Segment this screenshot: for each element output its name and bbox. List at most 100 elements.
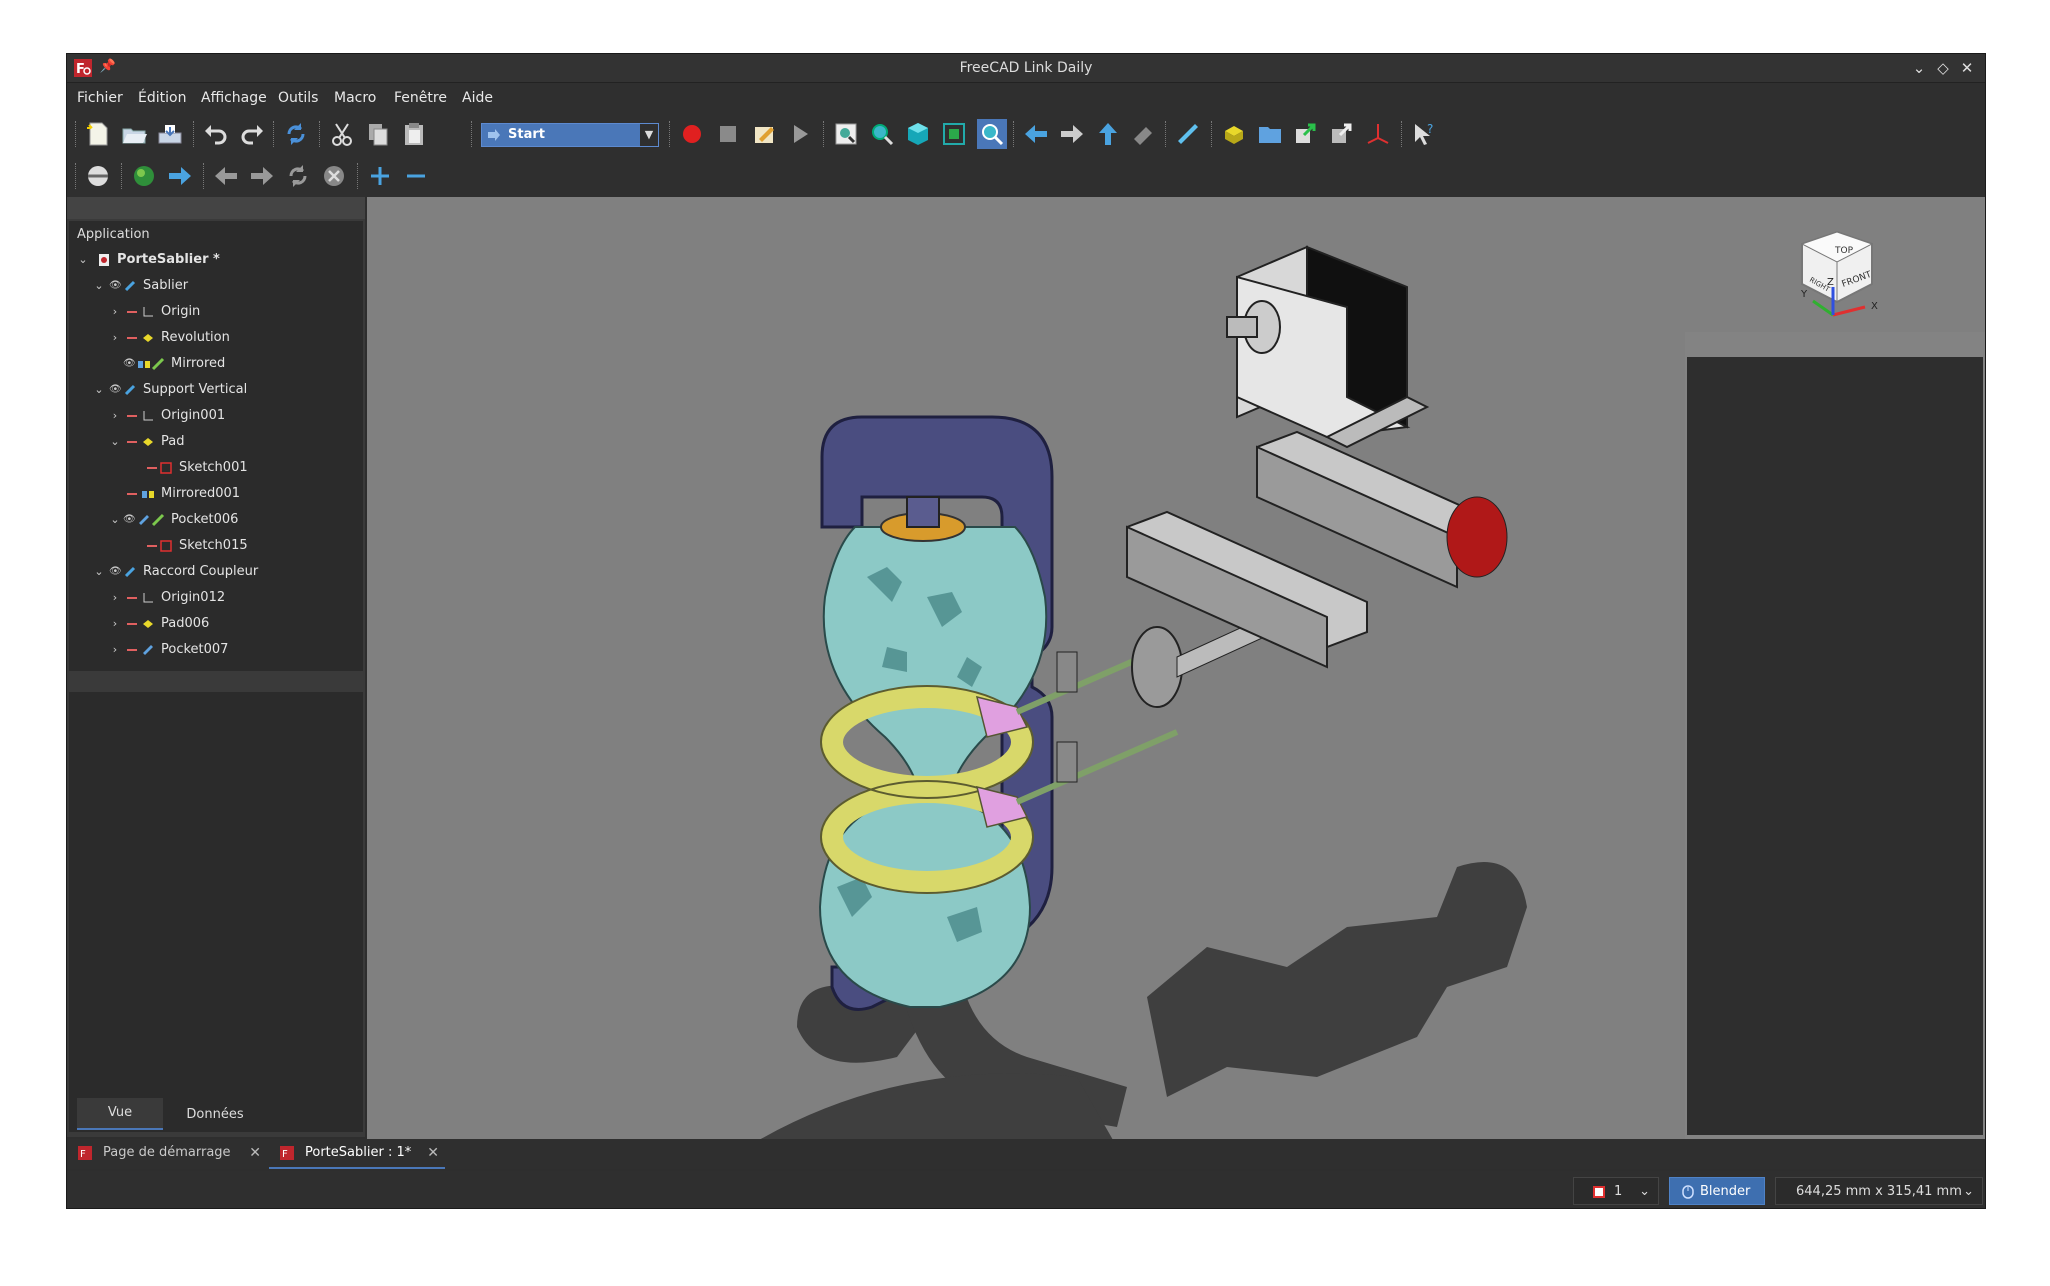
web-forward-icon[interactable] — [247, 161, 277, 191]
tab-portesablier[interactable]: F PorteSablier : 1* ✕ — [269, 1139, 445, 1169]
menu-fichier[interactable]: Fichier — [77, 83, 123, 113]
web-home-icon[interactable] — [129, 161, 159, 191]
std-views-icon[interactable] — [939, 119, 969, 149]
zoom-out-icon[interactable] — [401, 161, 431, 191]
menu-affichage[interactable]: Affichage — [201, 83, 267, 113]
new-file-icon[interactable] — [83, 119, 113, 149]
navigation-cube[interactable]: TOP FRONT RIGHT X Y Z — [1800, 230, 1878, 317]
zoom-box-icon[interactable] — [977, 119, 1007, 149]
tab-donnees[interactable]: Données — [167, 1100, 263, 1130]
open-file-icon[interactable] — [119, 119, 149, 149]
maximize-icon[interactable]: ◇ — [1931, 54, 1955, 82]
web-refresh-icon[interactable] — [283, 161, 313, 191]
web-go-icon[interactable] — [165, 161, 195, 191]
chevron-right-icon[interactable]: › — [109, 611, 121, 637]
tree-label: Pocket007 — [161, 642, 229, 657]
navigation-style-button[interactable]: Blender — [1669, 1177, 1765, 1205]
chevron-right-icon[interactable]: › — [109, 637, 121, 663]
close-tab-icon[interactable]: ✕ — [249, 1139, 261, 1167]
isometric-view-icon[interactable] — [903, 119, 933, 149]
3d-viewport[interactable]: TOP FRONT RIGHT X Y Z — [367, 197, 1985, 1139]
minimize-icon[interactable]: ⌄ — [1907, 54, 1931, 82]
chevron-down-icon[interactable]: ⌄ — [93, 377, 105, 403]
window-title: FreeCAD Link Daily — [959, 60, 1093, 76]
dimensions-display[interactable]: 644,25 mm x 315,41 mm ⌄ — [1775, 1177, 1983, 1205]
tab-vue[interactable]: Vue — [77, 1098, 163, 1130]
zoom-in-icon[interactable] — [365, 161, 395, 191]
paste-icon[interactable] — [399, 119, 429, 149]
tab-label: Page de démarrage — [103, 1145, 231, 1160]
chevron-down-icon[interactable]: ⌄ — [93, 559, 105, 585]
origin-icon — [143, 593, 153, 603]
menu-edition[interactable]: Édition — [138, 83, 186, 113]
fit-all-icon[interactable] — [831, 119, 861, 149]
eye-icon[interactable]: 👁 — [123, 351, 136, 377]
link-sub-icon[interactable] — [1327, 119, 1357, 149]
eye-icon[interactable]: 👁 — [109, 273, 122, 299]
chevron-down-icon[interactable]: ▼ — [640, 124, 658, 146]
eye-icon[interactable]: 👁 — [109, 377, 122, 403]
save-file-icon[interactable] — [155, 119, 185, 149]
menu-fenetre[interactable]: Fenêtre — [394, 83, 447, 113]
view-top-icon[interactable] — [1093, 119, 1123, 149]
view-right-icon[interactable] — [1057, 119, 1087, 149]
record-macro-icon[interactable] — [677, 119, 707, 149]
fit-selection-icon[interactable] — [867, 119, 897, 149]
link-icon[interactable] — [1291, 119, 1321, 149]
web-back-icon[interactable] — [211, 161, 241, 191]
chevron-right-icon[interactable]: › — [109, 299, 121, 325]
sketch-icon — [160, 540, 172, 552]
tree-label: Origin001 — [161, 408, 226, 423]
hidden-icon — [147, 467, 157, 469]
coordinate-system-icon[interactable] — [1363, 119, 1393, 149]
cut-icon[interactable] — [327, 119, 357, 149]
whats-this-icon[interactable]: ? — [1409, 119, 1439, 149]
navigation-style-icon[interactable] — [83, 161, 113, 191]
model-tree: Application ⌄ PorteSablier * ⌄ 👁 Sablier… — [69, 221, 363, 671]
revolution-icon — [143, 334, 153, 342]
workbench-selector[interactable]: Start ▼ — [481, 123, 659, 147]
close-tab-icon[interactable]: ✕ — [427, 1139, 439, 1167]
dimensions-label: 644,25 mm x 315,41 mm — [1796, 1184, 1962, 1199]
chevron-down-icon[interactable]: ⌄ — [1639, 1178, 1650, 1206]
extrusion-frame — [1126, 430, 1498, 669]
web-stop-icon[interactable] — [319, 161, 349, 191]
chevron-right-icon[interactable]: › — [109, 585, 121, 611]
stop-macro-icon[interactable] — [713, 119, 743, 149]
chevron-down-icon[interactable]: ⌄ — [1963, 1178, 1974, 1206]
chevron-down-icon[interactable]: ⌄ — [109, 429, 121, 455]
run-macro-icon[interactable] — [785, 119, 815, 149]
model-render: TOP FRONT RIGHT X Y Z — [760, 230, 1878, 1139]
close-icon[interactable]: ✕ — [1955, 54, 1979, 82]
tree-label: Raccord Coupleur — [143, 564, 259, 579]
chevron-right-icon[interactable]: › — [109, 325, 121, 351]
chevron-down-icon[interactable]: ⌄ — [93, 273, 105, 299]
page-selector[interactable]: 1 ⌄ — [1573, 1177, 1659, 1205]
chevron-down-icon[interactable]: ⌄ — [77, 247, 89, 273]
refresh-icon[interactable] — [281, 119, 311, 149]
menu-macro[interactable]: Macro — [334, 83, 376, 113]
tree-label: Pocket006 — [171, 512, 239, 527]
tab-page-de-demarrage[interactable]: F Page de démarrage ✕ — [77, 1139, 267, 1167]
edit-macro-icon[interactable] — [749, 119, 779, 149]
copy-icon[interactable] — [363, 119, 393, 149]
view-left-icon[interactable] — [1021, 119, 1051, 149]
body-icon — [124, 280, 136, 292]
redo-icon[interactable] — [237, 119, 267, 149]
measure-object-icon[interactable] — [1129, 119, 1159, 149]
document-icon — [99, 254, 109, 266]
chevron-right-icon[interactable]: › — [109, 403, 121, 429]
chevron-down-icon[interactable]: ⌄ — [109, 507, 121, 533]
menu-aide[interactable]: Aide — [462, 83, 493, 113]
folder-icon[interactable] — [1255, 119, 1285, 149]
hidden-icon — [127, 597, 137, 599]
title-bar[interactable]: F 📌 FreeCAD Link Daily ⌄ ◇ ✕ — [67, 54, 1985, 83]
menu-outils[interactable]: Outils — [278, 83, 318, 113]
eye-icon[interactable]: 👁 — [123, 507, 136, 533]
undo-icon[interactable] — [201, 119, 231, 149]
eye-icon[interactable]: 👁 — [109, 559, 122, 585]
ruler-icon[interactable] — [1173, 119, 1203, 149]
navigation-style-label: Blender — [1700, 1184, 1751, 1199]
part-icon[interactable] — [1219, 119, 1249, 149]
axis-z-label: Z — [1827, 277, 1834, 288]
